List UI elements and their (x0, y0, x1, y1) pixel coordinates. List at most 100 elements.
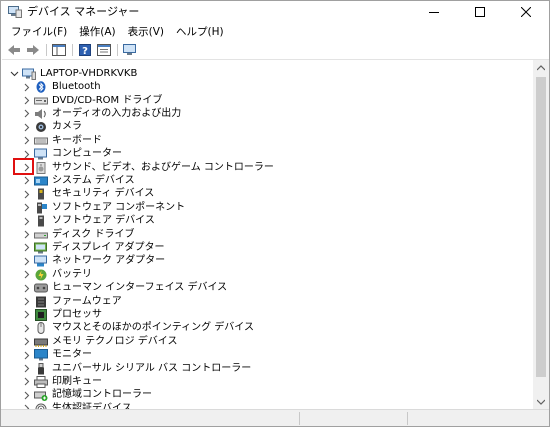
properties-icon (96, 44, 111, 56)
device-category-row[interactable]: ディスク ドライブ (20, 228, 134, 241)
device-category-row[interactable]: ファームウェア (20, 295, 122, 308)
device-category-row[interactable]: メモリ テクノロジ デバイス (20, 335, 177, 348)
bluetooth-icon (34, 81, 48, 93)
scroll-up-button[interactable] (533, 60, 549, 76)
minimize-button[interactable] (411, 1, 457, 23)
menu-file[interactable]: ファイル(F) (5, 25, 73, 40)
speaker-icon (34, 161, 48, 174)
expand-chevron-icon[interactable] (20, 269, 32, 281)
device-category-row[interactable]: DVD/CD-ROM ドライブ (20, 94, 162, 107)
show-hide-console-tree-button[interactable] (50, 43, 67, 57)
expand-chevron-icon[interactable] (20, 175, 32, 187)
device-category-label: モニター (52, 349, 92, 361)
device-category-row[interactable]: 生体認証デバイス (20, 402, 132, 409)
device-category-row[interactable]: ネットワーク アダプター (20, 255, 165, 268)
memory-icon (34, 336, 48, 348)
minimize-icon (429, 12, 439, 13)
back-button[interactable] (5, 43, 22, 57)
device-category-label: ユニバーサル シリアル バス コントローラー (52, 362, 252, 374)
close-button[interactable] (503, 1, 549, 23)
toolbar: ? (1, 42, 549, 58)
scroll-down-button[interactable] (533, 394, 549, 409)
help-button[interactable]: ? (76, 43, 93, 57)
expand-chevron-icon[interactable] (20, 363, 32, 375)
device-category-row[interactable]: ソフトウェア デバイス (20, 215, 155, 228)
device-category-row[interactable]: マウスとそのほかのポインティング デバイス (20, 322, 254, 335)
tree-root-computer[interactable]: LAPTOP-VHDRKVKB (8, 67, 137, 80)
device-category-row[interactable]: ユニバーサル シリアル バス コントローラー (20, 362, 251, 375)
software-device-icon (34, 215, 48, 227)
device-category-row[interactable]: 記憶域コントローラー (20, 389, 152, 402)
device-category-label: キーボード (52, 134, 102, 146)
device-category-label: 記憶域コントローラー (52, 389, 152, 401)
expand-chevron-icon[interactable] (20, 389, 32, 401)
device-category-label: ネットワーク アダプター (52, 255, 166, 267)
device-category-label: ソフトウェア コンポーネント (52, 201, 186, 213)
device-category-label: セキュリティ デバイス (52, 188, 155, 200)
menu-help[interactable]: ヘルプ(H) (170, 25, 230, 40)
help-icon: ? (78, 44, 91, 56)
device-category-row[interactable]: コンピューター (20, 148, 122, 161)
software-component-icon (34, 202, 48, 214)
expand-chevron-icon[interactable] (20, 376, 32, 388)
expand-chevron-icon[interactable] (20, 242, 32, 254)
expand-chevron-icon[interactable] (20, 309, 32, 321)
expand-chevron-icon[interactable] (20, 135, 32, 147)
scroll-thumb[interactable] (536, 77, 546, 377)
scan-hardware-button[interactable] (121, 43, 138, 57)
window-title: デバイス マネージャー (27, 5, 140, 18)
keyboard-icon (34, 135, 48, 147)
toolbar-separator (117, 44, 118, 56)
menu-bar: ファイル(F) 操作(A) 表示(V) ヘルプ(H) (1, 23, 549, 42)
device-category-row[interactable]: キーボード (20, 134, 102, 147)
highlight-annotation (13, 158, 34, 175)
printer-icon (34, 375, 48, 388)
vertical-scrollbar[interactable] (533, 60, 549, 409)
menu-view[interactable]: 表示(V) (122, 25, 170, 40)
security-device-icon (34, 188, 48, 200)
device-category-row[interactable]: システム デバイス (20, 174, 135, 187)
device-category-row[interactable]: ディスプレイ アダプター (20, 241, 164, 254)
scan-hardware-icon (122, 44, 136, 55)
status-bar (1, 409, 549, 426)
expand-chevron-icon[interactable] (20, 349, 32, 361)
usb-icon (34, 362, 48, 375)
device-category-row[interactable]: プロセッサ (20, 308, 102, 321)
processor-icon (34, 308, 48, 321)
expand-chevron-icon[interactable] (20, 81, 32, 93)
device-category-row[interactable]: サウンド、ビデオ、およびゲーム コントローラー (20, 161, 274, 174)
expand-chevron-icon[interactable] (20, 255, 32, 267)
device-category-row[interactable]: ソフトウェア コンポーネント (20, 201, 185, 214)
maximize-button[interactable] (457, 1, 503, 23)
expand-chevron-icon[interactable] (20, 229, 32, 241)
expand-chevron-icon[interactable] (20, 296, 32, 308)
expand-chevron-icon[interactable] (20, 282, 32, 294)
device-category-row[interactable]: セキュリティ デバイス (20, 188, 154, 201)
firmware-icon (34, 296, 48, 308)
collapse-chevron-icon[interactable] (8, 68, 20, 80)
device-category-row[interactable]: モニター (20, 349, 92, 362)
expand-chevron-icon[interactable] (20, 336, 32, 348)
device-category-row[interactable]: ヒューマン インターフェイス デバイス (20, 282, 227, 295)
device-category-row[interactable]: オーディオの入力および出力 (20, 107, 181, 120)
expand-chevron-icon[interactable] (20, 322, 32, 334)
forward-button[interactable] (24, 43, 41, 57)
device-category-row[interactable]: Bluetooth (20, 81, 101, 94)
scroll-down-icon (537, 399, 545, 405)
expand-chevron-icon[interactable] (20, 121, 32, 133)
expand-chevron-icon[interactable] (20, 188, 32, 200)
device-category-label: DVD/CD-ROM ドライブ (52, 94, 163, 106)
device-category-row[interactable]: 印刷キュー (20, 375, 102, 388)
device-category-row[interactable]: バッテリ (20, 268, 92, 281)
device-category-label: コンピューター (52, 148, 122, 160)
menu-action[interactable]: 操作(A) (73, 25, 121, 40)
computer-icon (22, 68, 36, 80)
title-bar: デバイス マネージャー (1, 1, 549, 23)
expand-chevron-icon[interactable] (20, 215, 32, 227)
expand-chevron-icon[interactable] (20, 108, 32, 120)
expand-chevron-icon[interactable] (20, 202, 32, 214)
device-category-row[interactable]: カメラ (20, 121, 82, 134)
expand-chevron-icon[interactable] (20, 95, 32, 107)
properties-button[interactable] (95, 43, 112, 57)
forward-arrow-icon (26, 45, 39, 55)
